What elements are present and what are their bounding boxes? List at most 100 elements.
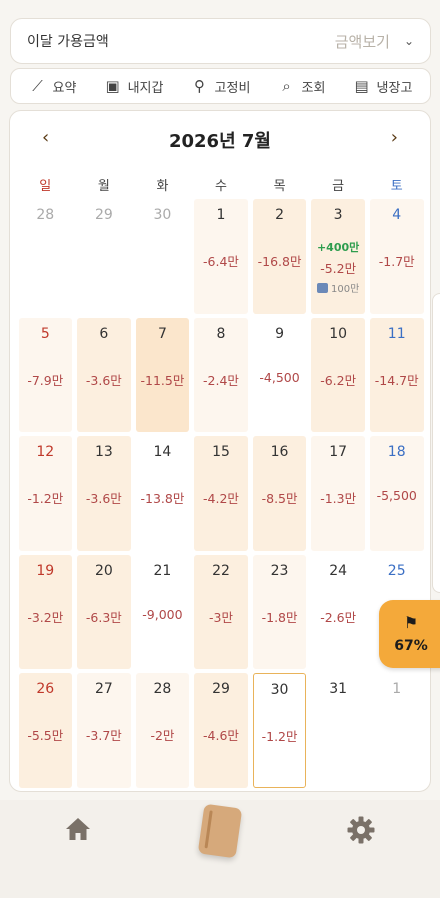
- quick-fridge-label: 냉장고: [376, 80, 413, 96]
- day-number: 1: [216, 207, 226, 223]
- home-icon[interactable]: [64, 816, 92, 842]
- day-spend: -13.8만: [140, 491, 185, 506]
- chevron-right-icon[interactable]: ›: [391, 127, 398, 148]
- day-spend: -2.4만: [203, 372, 239, 388]
- calendar-day-cell[interactable]: 29 -4.6만: [194, 673, 248, 788]
- calendar-day-cell[interactable]: 8 -2.4만: [194, 317, 248, 432]
- day-number: 17: [329, 444, 348, 460]
- day-number: 29: [94, 207, 113, 223]
- calendar-day-cell[interactable]: 31: [311, 673, 365, 788]
- calendar-day-cell[interactable]: 7 -11.5만: [135, 317, 190, 432]
- day-spend: -4.2만: [203, 491, 239, 506]
- month-title: 2026년 7월: [168, 131, 271, 152]
- calendar-day-cell[interactable]: 14 -13.8만: [135, 436, 190, 551]
- quick-fridge-button[interactable]: ▤ 냉장고: [353, 77, 413, 96]
- day-number: 6: [99, 325, 109, 342]
- day-spend: -3.6만: [85, 491, 122, 506]
- day-number: 31: [329, 681, 348, 697]
- calendar-day-cell[interactable]: 21 -9,000: [135, 554, 190, 669]
- day-number: 13: [94, 444, 113, 460]
- weekday-row: 일 월 화 수 목 금 토: [16, 175, 426, 194]
- budget-toggle-group[interactable]: 금액보기 ⌄: [335, 31, 414, 52]
- day-spend: -3.2만: [27, 609, 64, 625]
- side-drawer-handle[interactable]: [432, 293, 440, 593]
- calendar-day-cell[interactable]: 24 -2.6만: [311, 554, 365, 669]
- quick-summary-button[interactable]: ⟋ 요약: [29, 77, 77, 96]
- calendar-day-cell[interactable]: 11 -14.7만: [369, 317, 424, 432]
- calendar-day-cell[interactable]: 4 -1.7만: [369, 199, 424, 314]
- day-spend: -2.6만: [320, 609, 357, 625]
- quick-wallet-label: 내지갑: [127, 80, 164, 96]
- calendar-day-cell[interactable]: 12 -1.2만: [18, 436, 73, 551]
- quick-menu-bar: ⟋ 요약 ▣ 내지갑 ⚲ 고정비 ⌕ 조회 ▤ 냉장고: [10, 68, 431, 104]
- calendar-day-cell[interactable]: 27 -3.7만: [77, 673, 131, 788]
- search-icon: ⌕: [282, 77, 291, 95]
- day-number: 21: [153, 562, 172, 579]
- calendar-day-cell[interactable]: 16 -8.5만: [252, 436, 307, 551]
- quick-search-button[interactable]: ⌕ 조회: [278, 77, 326, 96]
- day-number: 29: [212, 681, 230, 697]
- day-spend: -1.8만: [261, 609, 298, 625]
- budget-header[interactable]: 이달 가용금액 금액보기 ⌄: [10, 18, 431, 64]
- chevron-down-icon[interactable]: ⌄: [404, 34, 414, 48]
- calendar-day-cell[interactable]: 17 -1.3만: [311, 436, 365, 551]
- weekday-tue: 화: [156, 179, 169, 194]
- calendar-day-cell[interactable]: 22 -3만: [194, 554, 248, 669]
- calendar-day-cell[interactable]: 30: [135, 199, 190, 314]
- day-spend: -16.8만: [257, 254, 302, 269]
- day-spend: -1.2만: [27, 491, 64, 506]
- calendar-day-cell[interactable]: 26 -5.5만: [18, 673, 73, 788]
- quick-wallet-button[interactable]: ▣ 내지갑: [104, 77, 164, 96]
- day-spend: -4,500: [259, 369, 300, 385]
- sparkle-chart-icon: ⟋: [32, 77, 43, 95]
- day-number: 14: [153, 444, 172, 460]
- quick-fixed-cost-button[interactable]: ⚲ 고정비: [191, 77, 251, 96]
- quick-fixed-cost-label: 고정비: [214, 80, 251, 96]
- book-icon[interactable]: [197, 803, 243, 859]
- calendar-day-cell[interactable]: 9 -4,500: [252, 317, 307, 432]
- gear-icon[interactable]: [346, 815, 376, 845]
- weekday-mon: 월: [97, 179, 110, 194]
- day-income: +400만: [316, 241, 360, 254]
- calendar-day-cell[interactable]: 19 -3.2만: [18, 554, 73, 669]
- day-spend: -3.7만: [85, 728, 122, 743]
- calendar-day-cell[interactable]: 5 -7.9만: [18, 317, 73, 432]
- chevron-left-icon[interactable]: ‹: [42, 127, 49, 148]
- day-number: 22: [212, 562, 230, 579]
- day-number: 8: [216, 325, 226, 342]
- goal-progress-badge[interactable]: ⚑ 67%: [379, 600, 440, 668]
- day-spend: -6.3만: [85, 609, 122, 625]
- calendar-day-cell[interactable]: 18 -5,500: [369, 436, 424, 551]
- day-spend: -2만: [150, 728, 175, 743]
- calendar-day-cell[interactable]: 23 -1.8만: [252, 554, 307, 669]
- calendar-day-cell[interactable]: 20 -6.3만: [77, 554, 131, 669]
- day-number: 3: [333, 207, 343, 223]
- quick-summary-label: 요약: [52, 80, 77, 96]
- goal-progress-percent: 67%: [394, 638, 428, 654]
- day-number: 16: [270, 444, 289, 460]
- calendar-day-cell[interactable]: 1 -6.4만: [194, 199, 248, 314]
- show-amount-toggle[interactable]: 금액보기: [335, 31, 390, 52]
- day-number: 27: [94, 681, 113, 697]
- calendar-day-cell[interactable]: 28: [18, 199, 73, 314]
- weekday-fri: 금: [332, 179, 345, 194]
- day-number: 15: [212, 444, 230, 460]
- calendar-day-cell[interactable]: 10 -6.2만: [311, 317, 365, 432]
- calendar-day-cell[interactable]: 15 -4.2만: [194, 436, 248, 551]
- calendar-day-cell[interactable]: 2 -16.8만: [252, 199, 307, 314]
- day-number: 26: [36, 681, 55, 697]
- calendar-day-cell[interactable]: 28 -2만: [135, 673, 190, 788]
- calendar-day-cell[interactable]: 6 -3.6만: [77, 317, 131, 432]
- day-spend: -4.6만: [203, 728, 239, 743]
- calendar-day-cell[interactable]: 30 -1.2만: [252, 673, 307, 788]
- quick-search-label: 조회: [301, 80, 326, 96]
- calendar-day-cell[interactable]: 29: [77, 199, 131, 314]
- day-spend: -3만: [209, 609, 233, 625]
- calendar-day-cell[interactable]: 13 -3.6만: [77, 436, 131, 551]
- day-number: 19: [36, 562, 55, 579]
- day-grid: 28 29 30 1 -6.4만 2 -16.8만 3 +400만 -5.2만 100만 4 -1.7만…: [16, 197, 426, 790]
- calendar-day-cell[interactable]: 1: [369, 673, 424, 788]
- day-spend: -6.4만: [203, 254, 239, 269]
- calendar-day-cell[interactable]: 3 +400만 -5.2만 100만: [311, 199, 365, 314]
- flag-icon: ⚑: [403, 613, 419, 632]
